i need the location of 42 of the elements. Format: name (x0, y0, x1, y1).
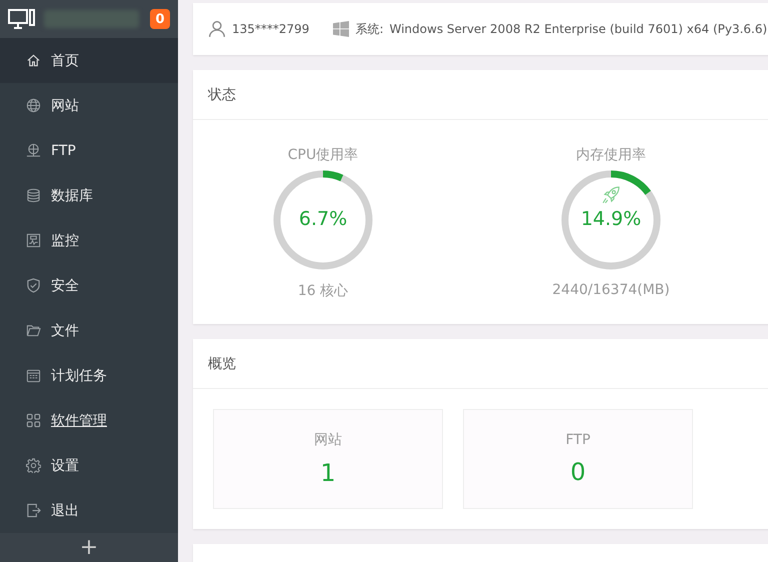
network-globe-icon (26, 143, 41, 158)
home-icon (26, 53, 41, 68)
gauge-detail: 2440/16374(MB) (552, 282, 670, 298)
sidebar-item[interactable]: 文件 (0, 308, 178, 353)
folder-icon (26, 323, 41, 338)
shield-check-icon (26, 278, 41, 293)
card-title: 状态 (193, 70, 768, 120)
tile-label: FTP (566, 432, 590, 448)
add-button[interactable]: + (0, 533, 178, 562)
database-icon (26, 188, 41, 203)
gauge-detail: 16 核心 (298, 282, 348, 300)
system-label: 系统: (355, 20, 384, 38)
sidebar-item[interactable]: 网站 (0, 83, 178, 128)
sidebar-item[interactable]: 软件管理 (0, 398, 178, 443)
computer-icon (8, 8, 36, 30)
calendar-icon (26, 368, 41, 383)
globe-icon (26, 98, 41, 113)
gauge-value: 6.7% (298, 208, 348, 230)
logout-icon (26, 503, 41, 518)
user-icon (208, 20, 226, 38)
sidebar-item[interactable]: 退出 (0, 488, 178, 533)
tile-count: 1 (320, 459, 336, 487)
sidebar-item[interactable]: 数据库 (0, 173, 178, 218)
rocket-icon (602, 186, 620, 204)
settings-icon (26, 458, 41, 473)
card-title: 概览 (193, 339, 768, 389)
windows-icon (333, 21, 350, 37)
grid-icon (26, 413, 41, 428)
gauge-value: 14.9% (580, 208, 642, 230)
system-info: Windows Server 2008 R2 Enterprise (build 7601) x64 (Py3.6.6) (390, 22, 768, 36)
gauge-title: 内存使用率 (576, 146, 646, 164)
sidebar-item[interactable]: 监控 (0, 218, 178, 263)
gauge-title: CPU使用率 (288, 146, 358, 164)
user-phone: 135****2799 (232, 22, 310, 36)
sidebar-item[interactable]: 设置 (0, 443, 178, 488)
chart-icon (26, 233, 41, 248)
sidebar-item[interactable]: FTP (0, 128, 178, 173)
sidebar-item[interactable]: 安全 (0, 263, 178, 308)
sidebar-item[interactable]: 首页 (0, 38, 178, 83)
tile-count: 0 (570, 458, 586, 486)
tile-label: 网站 (314, 431, 342, 449)
sidebar-item[interactable]: 计划任务 (0, 353, 178, 398)
